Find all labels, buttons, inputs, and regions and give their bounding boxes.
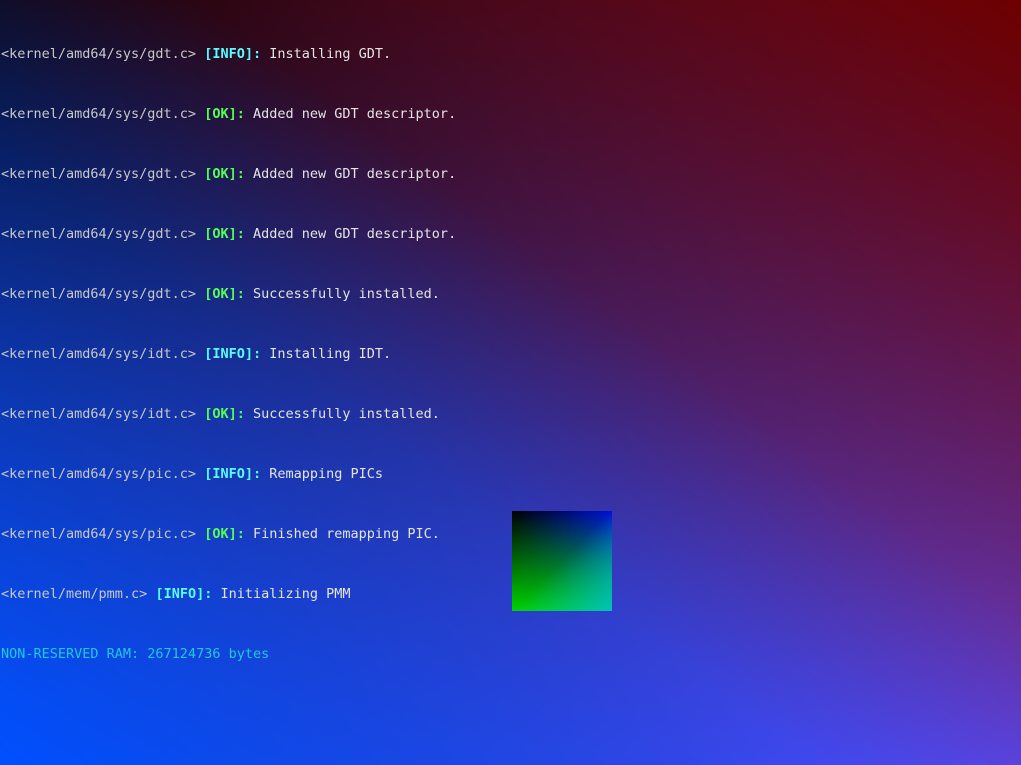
log-source: <kernel/amd64/sys/gdt.c> (1, 226, 197, 242)
log-source: <kernel/amd64/sys/pic.c> (1, 466, 197, 482)
log-tag-ok: [OK]: (204, 406, 245, 422)
log-line: <kernel/amd64/sys/idt.c> [INFO]: Install… (1, 344, 456, 364)
log-line: <kernel/amd64/sys/gdt.c> [OK]: Successfu… (1, 284, 456, 304)
log-message: Initializing PMM (220, 586, 351, 602)
log-source: <kernel/amd64/sys/gdt.c> (1, 286, 197, 302)
log-source: <kernel/mem/pmm.c> (1, 586, 148, 602)
log-message: Finished remapping PIC. (253, 526, 440, 542)
log-message: Installing IDT. (269, 346, 392, 362)
log-message: Successfully installed. (253, 406, 440, 422)
log-line: <kernel/mem/pmm.c> [INFO]: Initializing … (1, 584, 456, 604)
log-tag-info: [INFO]: (204, 346, 262, 362)
log-line: <kernel/amd64/sys/gdt.c> [OK]: Added new… (1, 164, 456, 184)
log-source: <kernel/amd64/sys/pic.c> (1, 526, 197, 542)
log-tag-info: [INFO]: (204, 466, 262, 482)
log-message: Successfully installed. (253, 286, 440, 302)
log-tag-ok: [OK]: (204, 226, 245, 242)
gradient-test-square (512, 511, 612, 611)
log-source: <kernel/amd64/sys/idt.c> (1, 406, 197, 422)
gradient-test-square-tint (512, 511, 612, 611)
ram-status-line: NON-RESERVED RAM: 267124736 bytes (1, 646, 270, 662)
log-line: <kernel/amd64/sys/pic.c> [INFO]: Remappi… (1, 464, 456, 484)
log-tag-ok: [OK]: (204, 106, 245, 122)
log-message: Remapping PICs (269, 466, 384, 482)
log-source: <kernel/amd64/sys/gdt.c> (1, 106, 197, 122)
log-tag-ok: [OK]: (204, 286, 245, 302)
log-line: <kernel/amd64/sys/idt.c> [OK]: Successfu… (1, 404, 456, 424)
log-source: <kernel/amd64/sys/gdt.c> (1, 46, 197, 62)
log-source: <kernel/amd64/sys/gdt.c> (1, 166, 197, 182)
log-line: <kernel/amd64/sys/gdt.c> [OK]: Added new… (1, 224, 456, 244)
log-tag-ok: [OK]: (204, 526, 245, 542)
log-tag-ok: [OK]: (204, 166, 245, 182)
log-tag-info: [INFO]: (155, 586, 213, 602)
kernel-console-log: <kernel/amd64/sys/gdt.c> [INFO]: Install… (1, 4, 456, 684)
log-line: <kernel/amd64/sys/pic.c> [OK]: Finished … (1, 524, 456, 544)
log-line: <kernel/amd64/sys/gdt.c> [OK]: Added new… (1, 104, 456, 124)
log-line: <kernel/amd64/sys/gdt.c> [INFO]: Install… (1, 44, 456, 64)
log-message: Installing GDT. (269, 46, 392, 62)
log-message: Added new GDT descriptor. (253, 166, 457, 182)
log-message: Added new GDT descriptor. (253, 106, 457, 122)
log-tag-info: [INFO]: (204, 46, 262, 62)
log-source: <kernel/amd64/sys/idt.c> (1, 346, 197, 362)
log-message: Added new GDT descriptor. (253, 226, 457, 242)
